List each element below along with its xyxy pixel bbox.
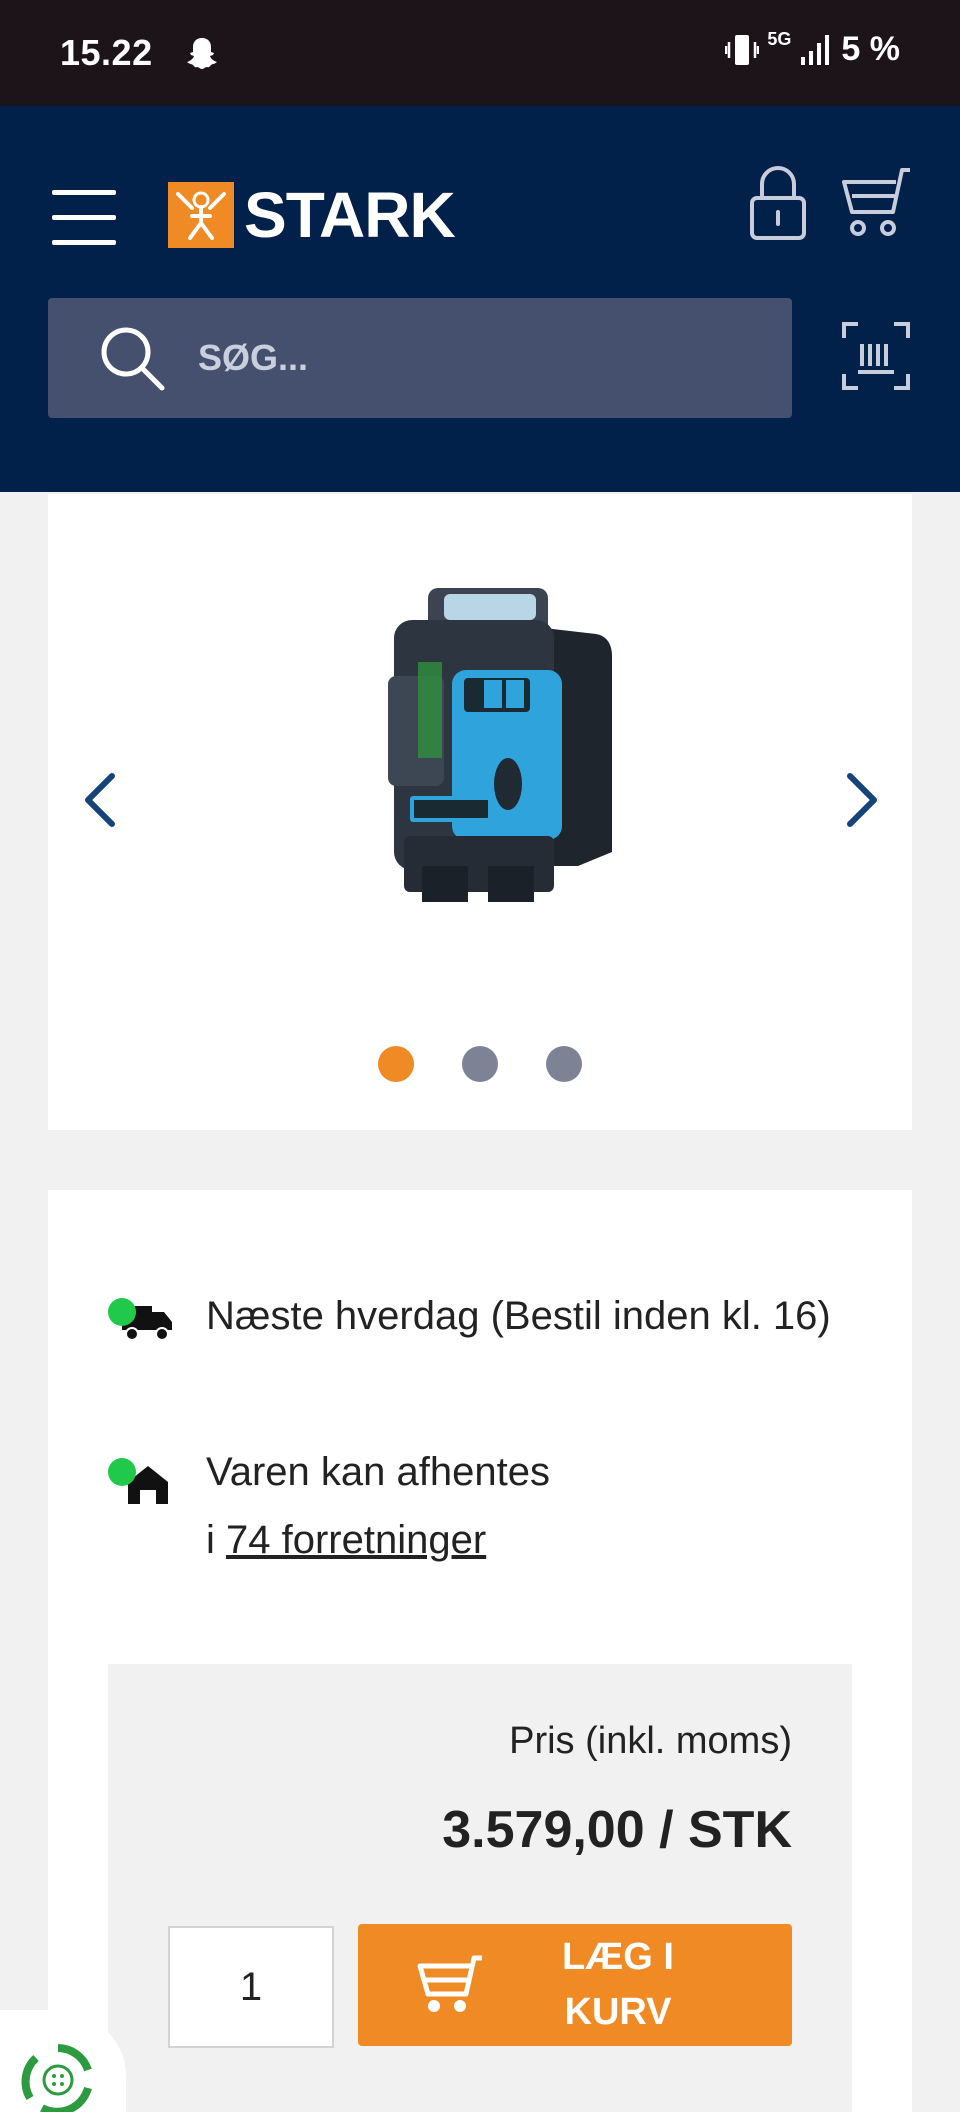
search-input[interactable]	[198, 326, 758, 390]
pickup-availability: Varen kan afhentes i 74 forretninger	[108, 1438, 846, 1574]
stores-link[interactable]: 74 forretninger	[226, 1518, 486, 1562]
product-gallery	[48, 494, 912, 1130]
cart-icon[interactable]	[840, 166, 912, 240]
chevron-right-icon[interactable]	[842, 770, 882, 830]
chevron-left-icon[interactable]	[80, 770, 120, 830]
vibrate-icon	[725, 34, 760, 65]
stark-logo[interactable]: STARK	[168, 179, 456, 251]
in-stock-dot	[108, 1298, 136, 1326]
status-time: 15.22	[60, 32, 153, 73]
product-info-card: Næste hverdag (Bestil inden kl. 16) Vare…	[48, 1190, 912, 2112]
pickup-status	[108, 1438, 180, 1510]
status-bar: 15.22 5G 5 %	[0, 0, 960, 106]
cart-icon	[417, 1955, 482, 2012]
carousel-dot-1[interactable]	[378, 1046, 414, 1082]
delivery-text: Næste hverdag (Bestil inden kl. 16)	[206, 1294, 831, 1338]
delivery-status	[108, 1282, 180, 1354]
pickup-prefix: Varen kan afhentes	[206, 1450, 550, 1494]
price-value: 3.579,00 / STK	[442, 1801, 792, 1859]
snapchat-ghost-icon	[187, 38, 217, 69]
barcode-scan-icon[interactable]	[840, 320, 912, 392]
pickup-i: i	[206, 1518, 215, 1562]
add-to-cart-button[interactable]: LÆG I KURV	[358, 1924, 792, 2046]
signal-icon	[801, 34, 830, 65]
hamburger-menu-icon[interactable]	[52, 190, 116, 246]
carousel-dots	[48, 1046, 912, 1082]
in-stock-dot	[108, 1458, 136, 1486]
product-image-laser-level[interactable]	[348, 566, 648, 906]
recycle-icon	[21, 2044, 92, 2112]
carousel-dot-2[interactable]	[462, 1046, 498, 1082]
search-bar[interactable]	[48, 298, 792, 418]
battery-level: 5 %	[841, 30, 900, 68]
pickup-text: Varen kan afhentes i 74 forretninger	[206, 1438, 846, 1574]
network-type: 5G	[767, 29, 792, 49]
add-to-cart-label: LÆG I KURV	[562, 1936, 674, 2033]
search-icon[interactable]	[98, 324, 168, 394]
carousel-dot-3[interactable]	[546, 1046, 582, 1082]
status-indicators: 5G 5 %	[725, 29, 900, 69]
lock-icon[interactable]	[748, 164, 808, 242]
quantity-input[interactable]	[168, 1926, 334, 2048]
logo-text: STARK	[244, 179, 456, 251]
site-header: STARK	[0, 106, 960, 492]
price-box: Pris (inkl. moms) 3.579,00 / STK LÆG I K…	[108, 1664, 852, 2112]
delivery-availability: Næste hverdag (Bestil inden kl. 16)	[108, 1282, 846, 1354]
price-label: Pris (inkl. moms)	[509, 1720, 792, 1762]
stark-logo-mark-icon	[168, 182, 234, 248]
